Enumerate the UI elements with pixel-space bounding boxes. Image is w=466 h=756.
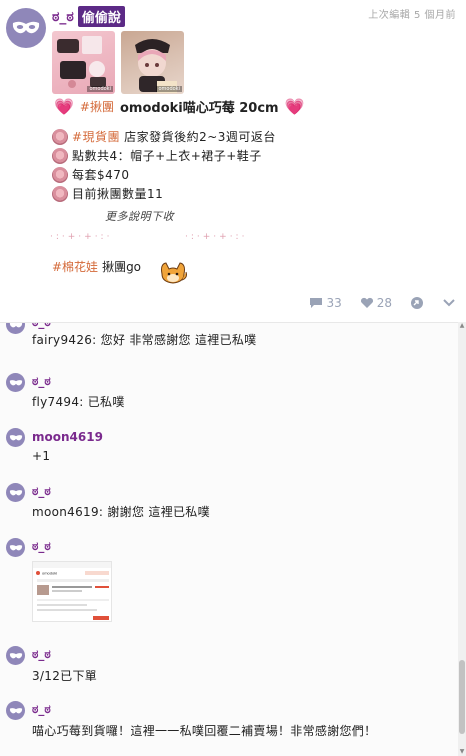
commenter-name[interactable]: ಠ_ಠ xyxy=(32,323,51,330)
rose-icon xyxy=(52,185,68,202)
photo-thumbnail[interactable]: omodoki xyxy=(52,31,115,94)
post-footer-line: #棉花娃 揪團go xyxy=(52,258,141,275)
scroll-up-icon[interactable]: ▲ xyxy=(458,322,466,330)
comment-icon xyxy=(310,298,323,308)
mask-avatar-icon xyxy=(9,707,22,713)
post-author-row: ಠ_ಠ 偷偷說 xyxy=(52,6,125,27)
heart-icon: 💗 xyxy=(284,97,305,116)
plurk-post: ಠ_ಠ 偷偷說 上次編輯 5 個月前 omodoki omodoki 💗 #揪團… xyxy=(0,0,466,322)
shop-screenshot-icon: omodoki xyxy=(33,562,111,620)
bullet-item: #現貨團 店家發貨後約2~3週可返台 xyxy=(52,127,276,146)
mask-avatar-icon xyxy=(9,544,22,550)
footer-text: 揪團go xyxy=(102,260,142,274)
comment-item: moon4619 +1 xyxy=(0,428,458,468)
commenter-avatar[interactable] xyxy=(6,701,25,720)
hashtag-link[interactable]: #現貨團 xyxy=(72,128,120,145)
commenter-name[interactable]: ಠ_ಠ xyxy=(32,484,51,499)
likes-count: 28 xyxy=(376,296,392,310)
scrollbar-thumb[interactable] xyxy=(459,660,465,734)
post-bullet-list: #現貨團 店家發貨後約2~3週可返台 點數共4：帽子+上衣+裙子+鞋子 每套$4… xyxy=(52,127,276,203)
commenter-name[interactable]: ಠ_ಠ xyxy=(32,374,51,389)
commenter-avatar[interactable] xyxy=(6,323,25,334)
bullet-text: 目前揪團數量11 xyxy=(72,187,164,201)
bullet-item: 點數共4：帽子+上衣+裙子+鞋子 xyxy=(52,146,276,165)
bullet-text: 每套$470 xyxy=(72,168,130,182)
more-info-note: 更多說明下收 xyxy=(105,210,174,223)
doll-outfit-photo-icon xyxy=(57,36,106,88)
comments-count: 33 xyxy=(326,296,342,310)
photo-watermark: omodoki xyxy=(156,86,182,92)
chevron-down-icon xyxy=(443,299,455,307)
post-title-row: 💗 #揪團 omodoki喵心巧莓 20cm 💗 xyxy=(54,97,305,116)
mask-avatar-icon xyxy=(9,379,22,385)
bullet-item: 每套$470 xyxy=(52,165,276,184)
comment-text: fly7494: 已私噗 xyxy=(32,395,125,409)
rose-icon xyxy=(52,166,68,183)
mask-avatar-icon xyxy=(12,21,40,34)
comment-item: ಠ_ಠ moon4619: 謝謝您 這裡已私噗 xyxy=(0,483,458,523)
doll-photo-icon xyxy=(135,39,177,93)
comments-button[interactable]: 33 xyxy=(309,296,342,310)
commenter-avatar[interactable] xyxy=(6,646,25,665)
like-icon xyxy=(360,297,373,308)
mask-avatar-icon xyxy=(9,489,22,495)
comment-text: 喵心巧莓到貨囉！這裡一一私噗回覆二補賣場！非常感謝您們！ xyxy=(32,724,377,738)
comment-item: ಠ_ಠ fairy9426: 您好 非常感謝您 這裡已私噗 xyxy=(0,323,458,357)
photo-thumbnail[interactable]: omodoki xyxy=(121,31,184,94)
edit-timestamp: 上次編輯 5 個月前 xyxy=(368,10,456,21)
comment-item: ಠ_ಠ 喵心巧莓到貨囉！這裡一一私噗回覆二補賣場！非常感謝您們！ xyxy=(0,701,458,741)
commenter-avatar[interactable] xyxy=(6,483,25,502)
post-actions: 33 28 xyxy=(309,296,456,310)
comment-text: fairy9426: 您好 非常感謝您 這裡已私噗 xyxy=(32,333,257,347)
commenter-name[interactable]: ಠ_ಠ xyxy=(32,702,51,717)
commenter-name[interactable]: ಠ_ಠ xyxy=(32,647,51,662)
decorative-dots: ·:·+·+·:· xyxy=(50,232,113,242)
decorative-dots: ·:·+·+·:· xyxy=(185,232,248,242)
commenter-name[interactable]: ಠ_ಠ xyxy=(32,539,51,554)
photo-row: omodoki omodoki xyxy=(52,31,184,94)
post-title: omodoki喵心巧莓 20cm xyxy=(119,101,279,116)
comment-text: +1 xyxy=(32,449,51,463)
mask-avatar-icon xyxy=(9,434,22,440)
heart-icon: 💗 xyxy=(54,97,74,116)
replurk-button[interactable] xyxy=(410,296,424,310)
rose-icon xyxy=(52,147,68,164)
author-name[interactable]: ಠ_ಠ xyxy=(52,9,74,25)
photo-watermark: omodoki xyxy=(87,86,113,92)
hashtag-link[interactable]: #揪團 xyxy=(80,98,114,115)
replurk-icon xyxy=(411,297,423,309)
bullet-text: 點數共4：帽子+上衣+裙子+鞋子 xyxy=(72,149,262,163)
more-button[interactable] xyxy=(442,298,456,308)
bullet-item: 目前揪團數量11 xyxy=(52,184,276,203)
hashtag-link[interactable]: #棉花娃 xyxy=(52,258,98,275)
comment-image-thumbnail[interactable]: omodoki xyxy=(32,561,112,622)
qualifier-badge: 偷偷說 xyxy=(77,6,125,27)
author-avatar[interactable] xyxy=(6,8,46,48)
bullet-text: 店家發貨後約2~3週可返台 xyxy=(124,130,276,144)
comment-item: ಠ_ಠ 3/12已下單 xyxy=(0,646,458,686)
commenter-name[interactable]: moon4619 xyxy=(32,430,103,444)
commenter-avatar[interactable] xyxy=(6,373,25,392)
rose-icon xyxy=(52,128,68,145)
comment-text: moon4619: 謝謝您 這裡已私噗 xyxy=(32,505,210,519)
scroll-down-icon[interactable]: ▼ xyxy=(458,748,466,756)
fox-mascot-icon xyxy=(161,262,187,284)
comment-item: ಠ_ಠ omodoki xyxy=(0,538,458,628)
comment-text: 3/12已下單 xyxy=(32,669,98,683)
mask-avatar-icon xyxy=(9,652,22,658)
commenter-avatar[interactable] xyxy=(6,538,25,557)
mask-avatar-icon xyxy=(9,323,22,327)
comment-item: ಠ_ಠ fly7494: 已私噗 xyxy=(0,373,458,413)
shop-name-text: omodoki xyxy=(42,571,57,576)
commenter-avatar[interactable] xyxy=(6,428,25,447)
like-button[interactable]: 28 xyxy=(360,296,392,310)
comment-list: ಠ_ಠ fairy9426: 您好 非常感謝您 這裡已私噗 ಠ_ಠ fly749… xyxy=(0,322,458,756)
